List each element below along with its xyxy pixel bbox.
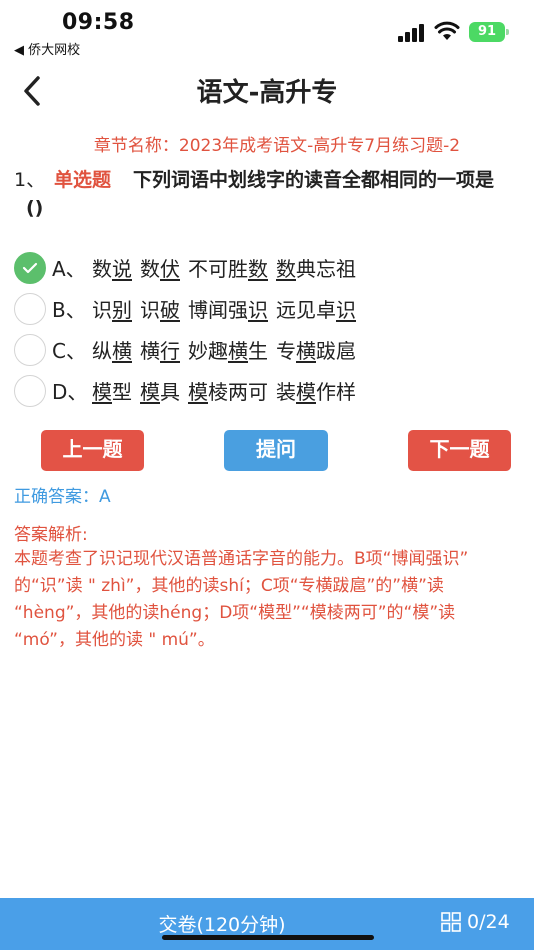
correct-answer: 正确答案：A <box>14 487 111 507</box>
option-text: 纵横 横行 妙趣横生 专横跋扈 <box>92 335 356 364</box>
options-list: A、 数说 数伏 不可胜数 数典忘祖 B、 识别 识破 博闻强识 远见卓识 C、 纵横 横行妙… <box>14 247 524 411</box>
option-word: 识别 <box>92 298 132 322</box>
back-to-app-link[interactable]: ◀ 侨大网校 <box>14 39 80 58</box>
home-indicator <box>162 935 374 940</box>
analysis-line: “hèng”，其他的读héng；D项“模型”“模棱两可”的“模”读 <box>14 603 456 623</box>
option-word: 博闻强识 <box>188 298 268 322</box>
battery-level: 91 <box>469 22 505 42</box>
analysis-title: 答案解析: <box>14 525 88 545</box>
option-text: 数说 数伏 不可胜数 数典忘祖 <box>92 253 356 282</box>
question-number: 1、 <box>14 169 46 191</box>
question-stem: 1、 单选题 下列词语中划线字的读音全都相同的一项是 () <box>14 166 524 222</box>
option-d[interactable]: D、 模型 模具 模棱两可 装模作样 <box>14 370 524 411</box>
option-word: 妙趣横生 <box>188 339 268 363</box>
option-word: 不可胜数 <box>188 257 268 281</box>
question-text: 下列词语中划线字的读音全都相同的一项是 <box>133 169 495 191</box>
option-word: 模棱两可 <box>188 380 268 404</box>
page-title: 语文-高升专 <box>196 78 338 108</box>
option-b[interactable]: B、 识别 识破 博闻强识 远见卓识 <box>14 288 524 329</box>
option-word: 数典忘祖 <box>276 257 356 281</box>
cellular-signal-icon <box>398 24 426 42</box>
wifi-icon <box>434 21 460 40</box>
analysis-text: 本题考查了识记现代汉语普通话字音的能力。B项“博闻强识” 的“识”读 " zhì… <box>14 546 534 654</box>
chapter-name: 章节名称：2023年成考语文-高升专7月练习题-2 <box>93 136 461 156</box>
status-bar: 09:58 ◀ 侨大网校 91 <box>0 0 534 60</box>
question-type: 单选题 <box>54 169 112 191</box>
option-radio[interactable] <box>14 292 46 325</box>
ask-button[interactable]: 提问 <box>224 430 328 471</box>
analysis-line: 本题考查了识记现代汉语普通话字音的能力。B项“博闻强识” <box>14 549 469 569</box>
next-question-button[interactable]: 下一题 <box>408 430 511 471</box>
answer-sheet-button[interactable]: 0/24 <box>441 911 510 933</box>
option-radio[interactable] <box>14 251 46 284</box>
option-word: 装模作样 <box>276 380 356 404</box>
prev-question-button[interactable]: 上一题 <box>41 430 144 471</box>
submit-exam-button[interactable]: 交卷(120分钟) <box>0 910 444 937</box>
battery-icon: 91 <box>469 22 509 42</box>
option-word: 专横跋扈 <box>276 339 356 363</box>
option-word: 数伏 <box>140 257 180 281</box>
option-word: 模具 <box>140 380 180 404</box>
option-word: 数说 <box>92 257 132 281</box>
option-letter: A、 <box>52 257 86 281</box>
question-paren: () <box>26 197 44 219</box>
option-letter: B、 <box>52 298 86 322</box>
option-word: 识破 <box>140 298 180 322</box>
option-text: 模型 模具 模棱两可 装模作样 <box>92 376 356 405</box>
option-c[interactable]: C、 纵横 横行 妙趣横生 专横跋扈 <box>14 329 524 370</box>
option-radio[interactable] <box>14 374 46 407</box>
nav-bar: 语文-高升专 <box>0 60 534 120</box>
check-icon <box>22 262 38 273</box>
bottom-bar: 交卷(120分钟) 0/24 <box>0 898 534 950</box>
option-a[interactable]: A、 数说 数伏 不可胜数 数典忘祖 <box>14 247 524 288</box>
analysis-line: “mó”，其他的读 " mú”。 <box>14 630 215 650</box>
option-text: 识别 识破 博闻强识 远见卓识 <box>92 294 356 323</box>
option-letter: C、 <box>52 339 86 363</box>
option-letter: D、 <box>52 380 88 404</box>
progress-count: 0/24 <box>467 911 510 933</box>
grid-icon <box>441 912 461 932</box>
option-word: 远见卓识 <box>276 298 356 322</box>
option-word: 横行 <box>140 339 180 363</box>
option-word: 模型 <box>92 380 132 404</box>
option-word: 纵横 <box>92 339 132 363</box>
option-radio[interactable] <box>14 333 46 366</box>
status-time: 09:58 <box>62 10 135 35</box>
analysis-line: 的“识”读 " zhì”，其他的读shí；C项“专横跋扈”的”横”读 <box>14 576 444 596</box>
